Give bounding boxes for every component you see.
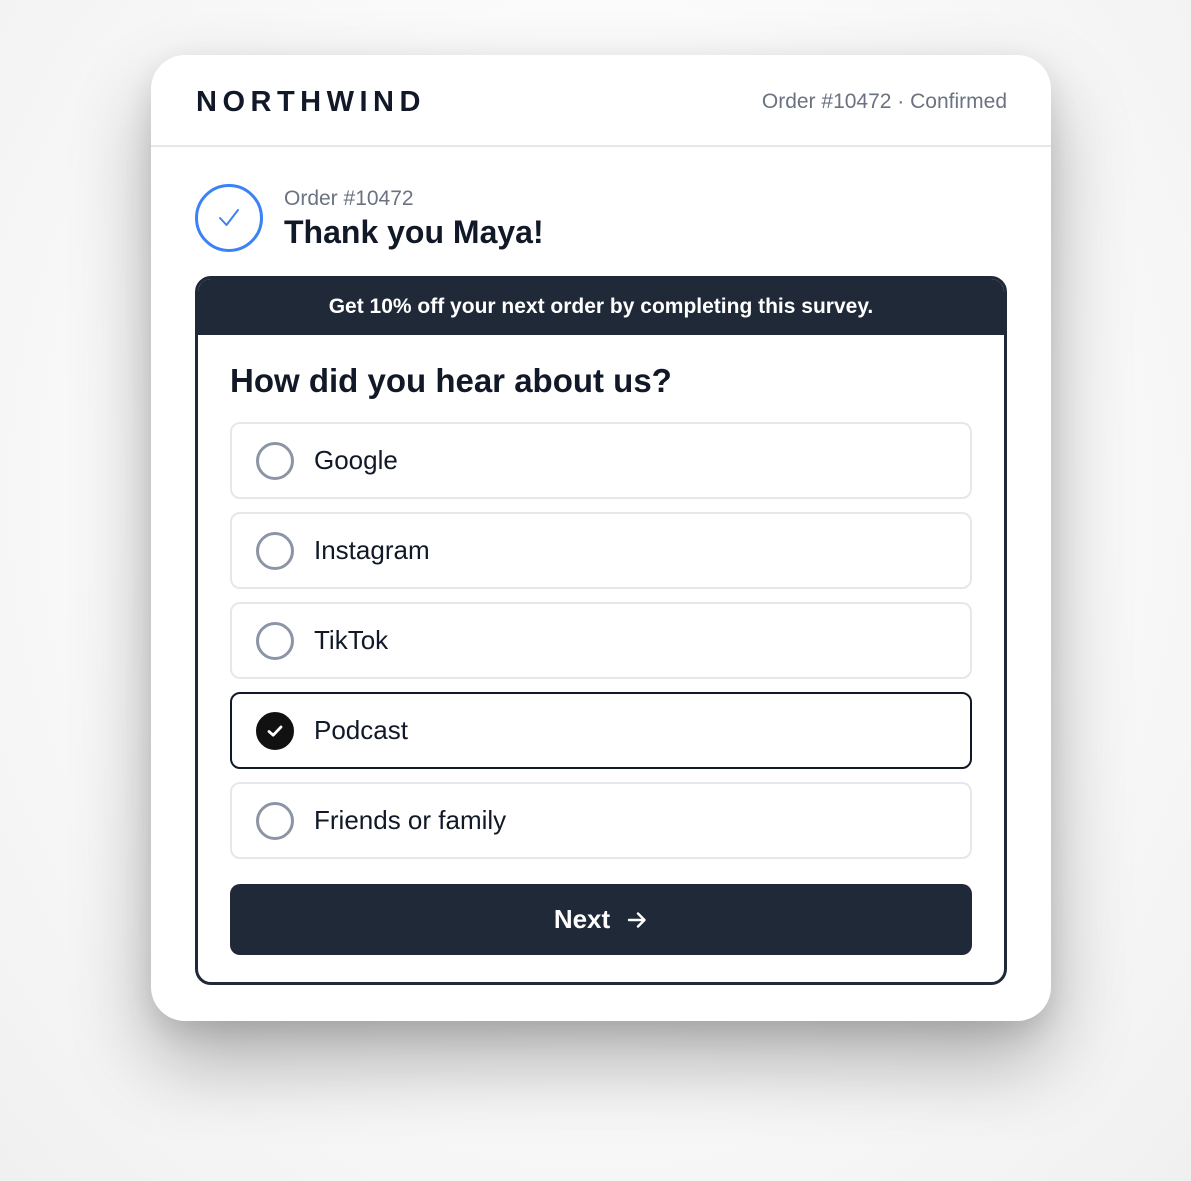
option-instagram[interactable]: Instagram — [230, 512, 972, 589]
brand-logo: NORTHWIND — [196, 86, 426, 118]
survey-question: How did you hear about us? — [230, 362, 672, 399]
option-label: Google — [314, 445, 398, 475]
option-friends-or-family[interactable]: Friends or family — [230, 782, 972, 859]
option-google[interactable]: Google — [230, 422, 972, 499]
checkmark-icon — [267, 725, 283, 737]
survey-panel: Get 10% off your next order by completin… — [195, 276, 1007, 985]
radio-button-selected[interactable] — [256, 712, 294, 750]
option-tiktok[interactable]: TikTok — [230, 602, 972, 679]
next-button-label: Next — [553, 904, 611, 934]
option-label: TikTok — [314, 625, 389, 655]
option-podcast[interactable]: Podcast — [230, 692, 972, 769]
radio-button[interactable] — [256, 622, 294, 660]
radio-button[interactable] — [256, 532, 294, 570]
radio-button[interactable] — [256, 802, 294, 840]
arrow-right-icon — [626, 909, 648, 931]
option-label: Friends or family — [314, 805, 507, 835]
next-button[interactable]: Next — [230, 884, 972, 955]
page-title: Thank you Maya! — [284, 214, 544, 250]
order-number: Order #10472 — [284, 187, 414, 210]
confirmation-check-icon — [195, 184, 263, 252]
check-icon — [219, 209, 239, 226]
option-label: Instagram — [314, 535, 430, 565]
survey-options: Google Instagram TikTok Podcast Friends … — [230, 422, 972, 872]
radio-button[interactable] — [256, 442, 294, 480]
option-label: Podcast — [314, 715, 408, 745]
survey-banner: Get 10% off your next order by completin… — [198, 279, 1004, 335]
header: NORTHWIND Order #10472 · Confirmed — [151, 55, 1051, 147]
order-confirmation-card: NORTHWIND Order #10472 · Confirmed Order… — [151, 55, 1051, 1021]
order-status: Order #10472 · Confirmed — [761, 90, 1007, 113]
